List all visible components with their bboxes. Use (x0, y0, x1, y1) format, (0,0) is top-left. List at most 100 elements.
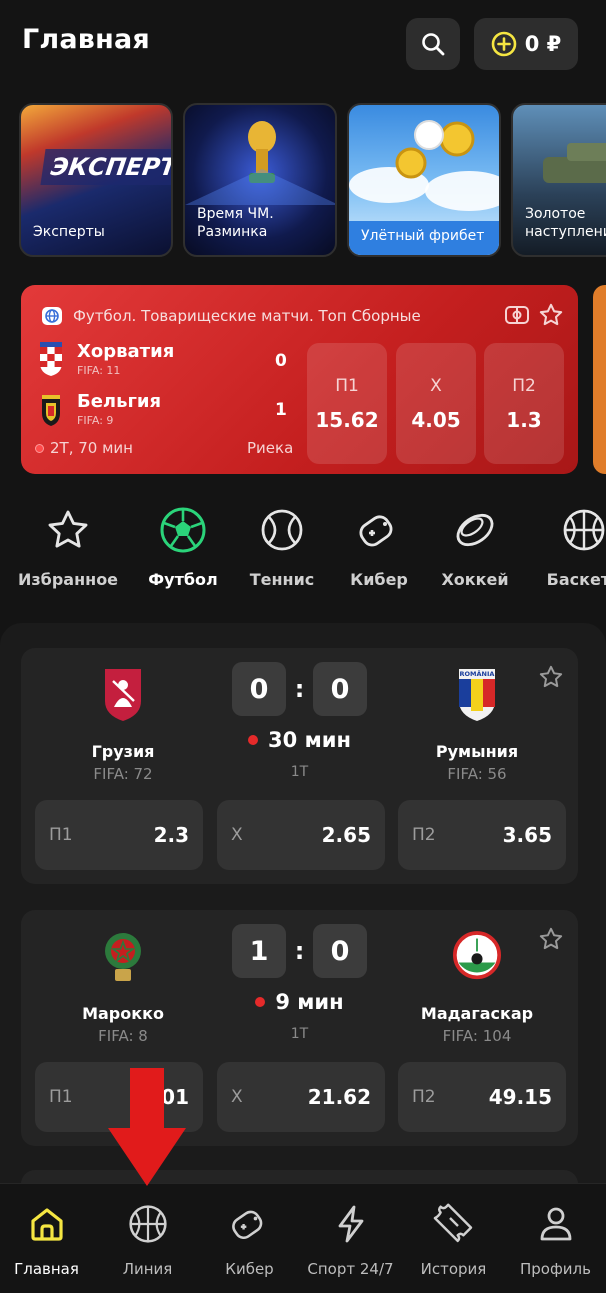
odd-value: 3.65 (502, 823, 552, 847)
team-name: Румыния (435, 742, 519, 761)
annotation-arrow-icon (108, 1068, 186, 1186)
odd-label: П2 (412, 1087, 436, 1107)
nav-label: Кибер (225, 1260, 274, 1278)
soccer-ball-icon (160, 507, 206, 553)
sport-item-hockey[interactable]: Хоккей (425, 506, 525, 589)
story-freebet[interactable]: Улётный фрибет (347, 103, 501, 257)
match-card[interactable]: Грузия FIFA: 72 0 : 0 30 мин 1Т ROMÂNIA (21, 648, 578, 884)
team-name: Бельгия (77, 391, 162, 412)
score-away: 0 (312, 662, 367, 716)
madagascar-crest-icon (453, 931, 501, 980)
odd-button-draw[interactable]: Х 4.05 (396, 343, 476, 464)
score-separator: : (294, 937, 305, 965)
search-button[interactable] (406, 18, 460, 70)
gamepad-icon (359, 515, 393, 547)
nav-label: Главная (14, 1260, 79, 1278)
story-banner-text: ЭКСПЕРТЫ (40, 149, 171, 185)
romania-crest-text: ROMÂNIA (460, 669, 495, 678)
balance-button[interactable]: 0 ₽ (474, 18, 578, 70)
sport-item-basketball[interactable]: Баскетб (534, 506, 606, 589)
sport-label: Футбол (148, 570, 218, 589)
team-fifa-rank: FIFA: 104 (442, 1027, 512, 1045)
story-world-cup[interactable]: Время ЧМ. Разминка (183, 103, 337, 257)
page-title: Главная (22, 24, 150, 55)
nav-tab-sport-24-7[interactable]: Спорт 24/7 (300, 1202, 401, 1278)
odd-button-p1[interactable]: П1 2.3 (35, 800, 203, 870)
team-row-home: Хорватия FIFA: 11 (37, 341, 174, 377)
live-time-text: 2Т, 70 мин (50, 439, 133, 457)
hockey-puck-icon (456, 513, 494, 547)
match-period: 1Т (290, 1026, 309, 1042)
story-label: Эксперты (33, 224, 105, 240)
nav-tab-cyber[interactable]: Кибер (199, 1202, 300, 1278)
odd-button-p1[interactable]: П1 15.62 (307, 343, 387, 464)
odd-label: Х (231, 825, 243, 845)
ticket-icon (433, 1203, 472, 1243)
sport-label: Избранное (17, 570, 119, 589)
stories-carousel: ЭКСПЕРТЫ Эксперты Время ЧМ. Разминка Улё… (0, 103, 606, 259)
story-golden-offensive[interactable]: Золотое наступлени (511, 103, 606, 257)
match-live-time: 2Т, 70 мин (35, 439, 133, 457)
odd-button-p2[interactable]: П2 49.15 (398, 1062, 566, 1132)
live-matches-list: Грузия FIFA: 72 0 : 0 30 мин 1Т ROMÂNIA (0, 623, 606, 1183)
favorite-star-icon[interactable] (538, 302, 564, 328)
odd-button-draw[interactable]: Х 2.65 (217, 800, 385, 870)
nav-label: Профиль (520, 1260, 591, 1278)
sport-item-cyber[interactable]: Кибер (329, 506, 429, 589)
match-period: 1Т (290, 764, 309, 780)
globe-icon (42, 307, 62, 325)
field-icon[interactable] (504, 302, 530, 328)
nav-tab-line[interactable]: Линия (97, 1202, 198, 1278)
team-fifa-rank: FIFA: 11 (77, 364, 121, 377)
odd-value: 4.05 (411, 407, 461, 432)
match-time: 30 мин (201, 728, 398, 752)
favorite-star-icon[interactable] (538, 664, 564, 690)
odd-value: 1.3 (506, 407, 542, 432)
nav-tab-profile[interactable]: Профиль (505, 1202, 606, 1278)
odd-label: Х (430, 375, 442, 396)
league-header: Футбол. Товарищеские матчи. Топ Сборные (41, 305, 421, 327)
live-indicator (35, 443, 44, 453)
live-indicator (248, 735, 259, 745)
odd-button-p2[interactable]: П2 3.65 (398, 800, 566, 870)
user-icon (540, 1207, 571, 1241)
odd-button-draw[interactable]: Х 21.62 (217, 1062, 385, 1132)
away-team: Мадагаскар FIFA: 104 (397, 926, 557, 1045)
favorite-star-icon[interactable] (538, 926, 564, 952)
odd-label: Х (231, 1087, 243, 1107)
gamepad-icon (231, 1210, 262, 1240)
story-experts[interactable]: ЭКСПЕРТЫ Эксперты (19, 103, 173, 257)
sport-label: Хоккей (441, 570, 509, 589)
add-funds-icon (491, 31, 517, 57)
match-card[interactable]: Марокко FIFA: 8 1 : 0 9 мин 1Т Мадагаска… (21, 910, 578, 1146)
score-separator: : (294, 675, 305, 703)
sport-label: Кибер (350, 570, 408, 589)
match-time-text: 30 мин (268, 728, 351, 752)
croatia-flag-icon (40, 342, 62, 376)
coins-icon (349, 120, 499, 211)
nav-tab-history[interactable]: История (403, 1202, 504, 1278)
belgium-flag-icon (42, 395, 60, 426)
app-header: Главная 0 ₽ (0, 0, 606, 90)
home-icon (30, 1208, 63, 1241)
nav-tab-home[interactable]: Главная (0, 1202, 97, 1278)
next-live-card-peek[interactable] (593, 285, 606, 474)
sport-item-favorites[interactable]: Избранное (18, 506, 118, 589)
morocco-crest-icon (105, 933, 141, 981)
story-label: Золотое наступлени (525, 206, 606, 240)
sports-filter-bar: Избранное Футбол Теннис Кибер Хоккей Бас… (0, 506, 606, 606)
sport-item-tennis[interactable]: Теннис (232, 506, 332, 589)
georgia-crest-icon (105, 669, 141, 721)
story-label: Улётный фрибет (349, 221, 499, 255)
away-team: ROMÂNIA Румыния FIFA: 56 (397, 664, 557, 783)
team-fifa-rank: FIFA: 56 (447, 765, 507, 783)
next-match-card-peek[interactable] (21, 1170, 578, 1183)
odd-button-p2[interactable]: П2 1.3 (484, 343, 564, 464)
odd-value: 15.62 (315, 407, 379, 432)
featured-live-match-card[interactable]: Футбол. Товарищеские матчи. Топ Сборные … (21, 285, 578, 474)
sport-item-football[interactable]: Футбол (133, 506, 233, 589)
team-fifa-rank: FIFA: 8 (98, 1027, 148, 1045)
match-time: 9 мин (201, 990, 398, 1014)
score-home: 1 (232, 924, 286, 978)
star-icon (48, 510, 88, 548)
